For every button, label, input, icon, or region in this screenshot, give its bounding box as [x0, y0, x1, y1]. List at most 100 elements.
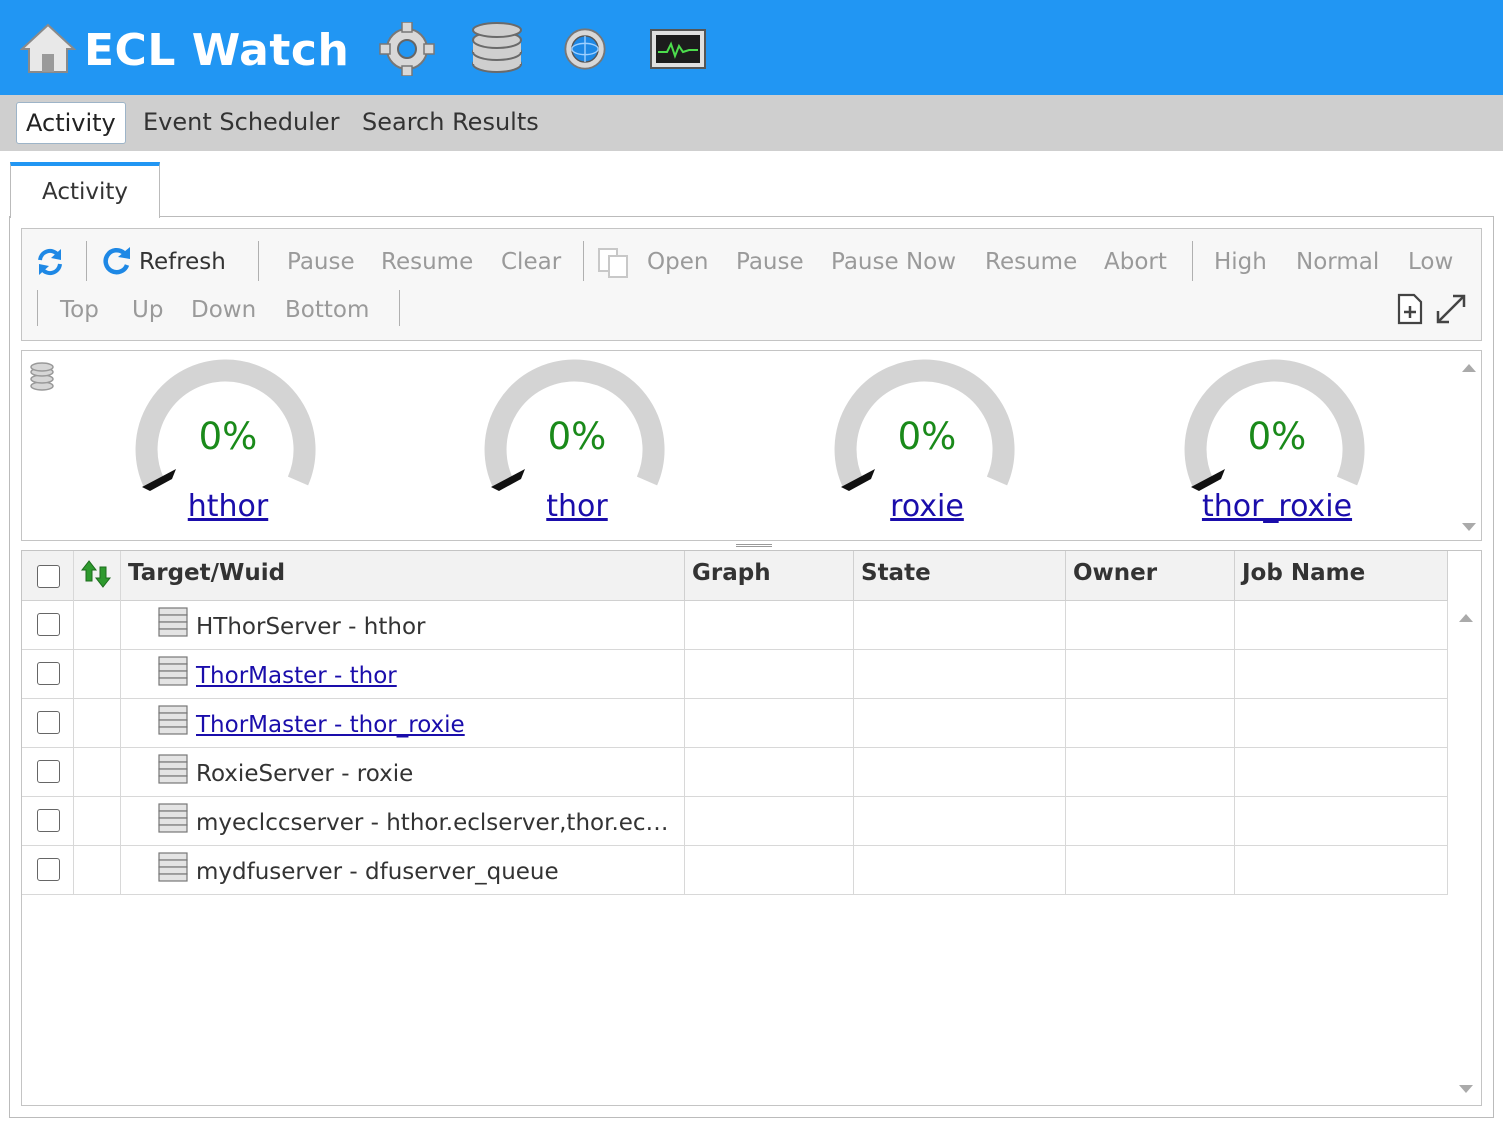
server-icon: [158, 754, 188, 784]
server-icon: [158, 803, 188, 833]
export-icon[interactable]: [1396, 293, 1424, 325]
open-button[interactable]: Open: [647, 247, 708, 277]
monitor-icon[interactable]: [649, 22, 707, 76]
table-row[interactable]: ThorMaster - thor: [22, 650, 1448, 699]
column-state[interactable]: State: [854, 551, 1066, 601]
table-row[interactable]: RoxieServer - roxie: [22, 748, 1448, 797]
column-job-name[interactable]: Job Name: [1235, 551, 1448, 601]
gauge-link-thor-roxie[interactable]: thor_roxie: [1147, 489, 1407, 524]
table-row[interactable]: myeclccserver - hthor.eclserver,thor.ec…: [22, 797, 1448, 846]
table-cell: [854, 699, 1066, 747]
maximize-icon[interactable]: [1434, 293, 1468, 325]
move-up-button[interactable]: Up: [132, 295, 163, 325]
gauge-link-hthor[interactable]: hthor: [98, 489, 358, 524]
grid-scroll-up-arrow[interactable]: [1459, 614, 1473, 622]
database-icon: [30, 362, 54, 391]
resume-queue-button[interactable]: Resume: [381, 247, 473, 277]
activity-toolbar: Refresh Pause Resume Clear Open Pause Pa…: [21, 228, 1482, 341]
priority-low-button[interactable]: Low: [1408, 247, 1453, 277]
table-cell: [685, 601, 854, 649]
sort-priority-icon[interactable]: [80, 559, 114, 589]
inner-tab-activity[interactable]: Activity: [10, 162, 160, 218]
table-cell: [1235, 748, 1448, 796]
priority-normal-button[interactable]: Normal: [1296, 247, 1379, 277]
gauge-thor-roxie: 0% thor_roxie: [1177, 359, 1377, 529]
pause-job-button[interactable]: Pause: [736, 247, 804, 277]
tab-event-scheduler[interactable]: Event Scheduler: [134, 102, 349, 144]
target-label: RoxieServer - roxie: [196, 761, 414, 787]
abort-button[interactable]: Abort: [1104, 247, 1167, 277]
gauge-roxie: 0% roxie: [827, 359, 1027, 529]
row-checkbox[interactable]: [37, 809, 60, 832]
move-bottom-button[interactable]: Bottom: [285, 295, 369, 325]
row-checkbox[interactable]: [37, 711, 60, 734]
table-cell: [685, 748, 854, 796]
gear-icon[interactable]: [378, 22, 436, 76]
table-cell: [74, 601, 121, 649]
refresh-icon[interactable]: [100, 245, 134, 279]
activity-grid: Target/Wuid Graph State Owner Job Name H…: [21, 550, 1482, 1106]
table-cell: [1235, 650, 1448, 698]
copy-icon[interactable]: [597, 247, 631, 279]
panel-splitter-handle[interactable]: [736, 544, 772, 547]
server-icon: [158, 705, 188, 735]
table-row[interactable]: ThorMaster - thor_roxie: [22, 699, 1448, 748]
select-all-cell: [22, 551, 74, 601]
globe-icon[interactable]: [556, 22, 614, 76]
target-link[interactable]: ThorMaster - thor: [196, 663, 397, 689]
target-link[interactable]: ThorMaster - thor_roxie: [196, 712, 465, 738]
move-top-button[interactable]: Top: [60, 295, 99, 325]
grid-header: Target/Wuid Graph State Owner Job Name: [22, 551, 1448, 601]
database-icon[interactable]: [468, 22, 526, 76]
top-tab-bar: Activity Event Scheduler Search Results: [0, 95, 1503, 151]
priority-high-button[interactable]: High: [1214, 247, 1267, 277]
move-down-button[interactable]: Down: [191, 295, 256, 325]
priority-column-header[interactable]: [74, 551, 121, 601]
table-cell: [854, 601, 1066, 649]
app-title: ECL Watch: [84, 25, 350, 76]
table-cell: [74, 650, 121, 698]
gauge-thor: 0% thor: [477, 359, 677, 529]
row-checkbox[interactable]: [37, 662, 60, 685]
gauge-percent: 0%: [1247, 415, 1307, 458]
table-cell: [854, 797, 1066, 845]
target-label: myeclccserver - hthor.eclserver,thor.ec…: [196, 810, 669, 836]
tab-activity[interactable]: Activity: [16, 102, 126, 144]
gauge-link-roxie[interactable]: roxie: [797, 489, 1057, 524]
table-cell: [854, 650, 1066, 698]
column-target-wuid[interactable]: Target/Wuid: [121, 551, 685, 601]
tab-search-results[interactable]: Search Results: [353, 102, 548, 144]
table-row[interactable]: mydfuserver - dfuserver_queue: [22, 846, 1448, 895]
pause-queue-button[interactable]: Pause: [287, 247, 355, 277]
column-graph[interactable]: Graph: [685, 551, 854, 601]
server-icon: [158, 656, 188, 686]
table-cell: [74, 797, 121, 845]
table-cell: [685, 699, 854, 747]
table-cell: [854, 846, 1066, 894]
select-all-checkbox[interactable]: [37, 565, 60, 588]
table-cell: [1066, 748, 1235, 796]
grid-scroll-down-arrow[interactable]: [1459, 1085, 1473, 1093]
table-cell: [1235, 699, 1448, 747]
clear-queue-button[interactable]: Clear: [501, 247, 561, 277]
home-icon[interactable]: [20, 22, 76, 74]
row-checkbox[interactable]: [37, 760, 60, 783]
gauge-link-thor[interactable]: thor: [447, 489, 707, 524]
auto-refresh-icon[interactable]: [34, 246, 66, 278]
column-owner[interactable]: Owner: [1066, 551, 1235, 601]
app-header: ECL Watch: [0, 0, 1503, 95]
row-checkbox[interactable]: [37, 613, 60, 636]
resume-job-button[interactable]: Resume: [985, 247, 1077, 277]
server-icon: [158, 852, 188, 882]
scroll-up-arrow[interactable]: [1462, 364, 1476, 372]
table-cell: [1066, 699, 1235, 747]
scroll-down-arrow[interactable]: [1462, 523, 1476, 531]
refresh-button[interactable]: Refresh: [139, 247, 226, 277]
table-row[interactable]: HThorServer - hthor: [22, 601, 1448, 650]
row-checkbox[interactable]: [37, 858, 60, 881]
table-cell: [1066, 601, 1235, 649]
pause-now-button[interactable]: Pause Now: [831, 247, 956, 277]
table-cell: [685, 846, 854, 894]
target-label: HThorServer - hthor: [196, 614, 426, 640]
gauge-percent: 0%: [198, 415, 258, 458]
